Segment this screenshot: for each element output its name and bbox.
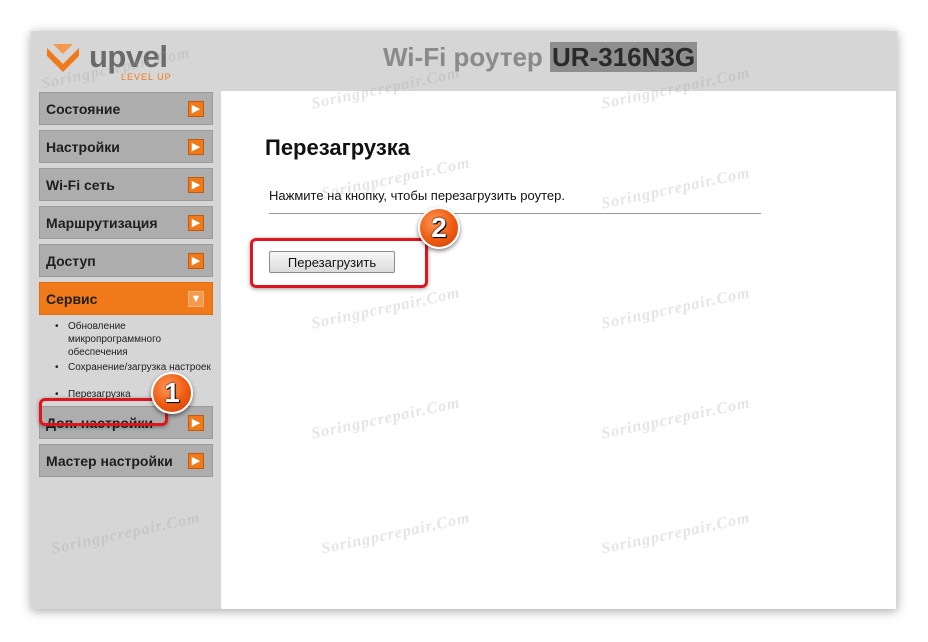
sidebar-item-wifi[interactable]: Wi-Fi сеть ▶ [39,168,213,201]
sidebar-item-label: Сервис [46,291,98,307]
sidebar-item-label: Wi-Fi сеть [46,177,115,193]
sidebar-item-label: Доступ [46,253,96,269]
highlight-box-reboot-button [250,238,428,288]
highlight-box-reboot-menu [39,398,168,426]
header-model: UR-316N3G [550,42,698,72]
sidebar-item-label: Состояние [46,101,121,117]
chevron-right-icon: ▶ [188,177,204,193]
chevron-right-icon: ▶ [188,453,204,469]
sidebar-item-service[interactable]: Сервис ▼ [39,282,213,315]
sidebar-item-label: Маршрутизация [46,215,158,231]
sidebar-item-setup-wizard[interactable]: Мастер настройки ▶ [39,444,213,477]
main-content: Перезагрузка Нажмите на кнопку, чтобы пе… [221,91,896,609]
page-title: Перезагрузка [265,135,411,160]
header-title: Wi-Fi роутер [383,42,543,72]
chevron-down-icon: ▼ [188,291,204,307]
page-header: Wi-Fi роутер UR-316N3G [383,42,698,73]
chevron-right-icon: ▶ [188,139,204,155]
submenu-item-save-load-settings[interactable]: Сохранение/загрузка настроек [55,361,213,374]
step-badge-2: 2 [418,207,460,249]
sidebar-item-routing[interactable]: Маршрутизация ▶ [39,206,213,239]
sidebar-item-status[interactable]: Состояние ▶ [39,92,213,125]
step-badge-1: 1 [151,372,193,414]
sidebar-item-label: Мастер настройки [46,453,173,469]
divider [269,213,761,214]
sidebar-item-label: Настройки [46,139,120,155]
reboot-description: Нажмите на кнопку, чтобы перезагрузить р… [269,188,566,203]
submenu-item-firmware-update[interactable]: Обновление микропрограммного обеспечения [55,320,213,359]
sidebar-item-settings[interactable]: Настройки ▶ [39,130,213,163]
chevron-right-icon: ▶ [188,215,204,231]
chevron-right-icon: ▶ [188,253,204,269]
chevron-right-icon: ▶ [188,101,204,117]
sidebar-item-access[interactable]: Доступ ▶ [39,244,213,277]
chevron-right-icon: ▶ [188,415,204,431]
